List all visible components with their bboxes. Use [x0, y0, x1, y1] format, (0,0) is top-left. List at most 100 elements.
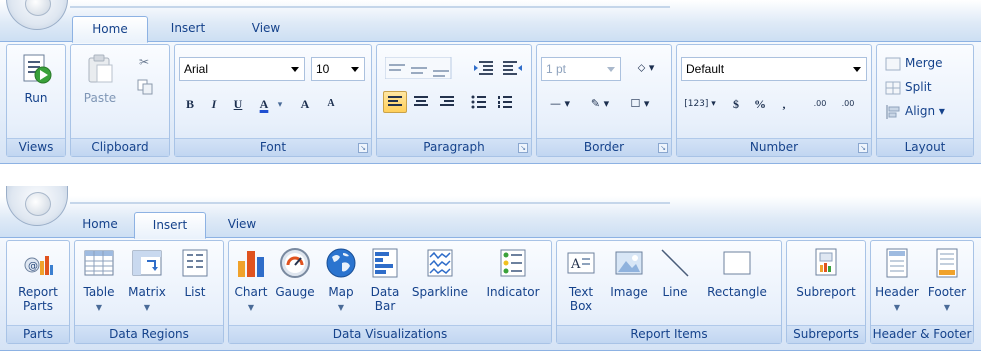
matrix-button[interactable]: Matrix ▼ — [123, 241, 171, 327]
header-icon — [886, 248, 908, 278]
table-label: Table — [83, 285, 115, 299]
paste-icon — [88, 54, 113, 83]
font-dialog-launcher[interactable]: ↘ — [358, 143, 368, 153]
border-style-button[interactable]: — ▾ — [541, 93, 579, 115]
paste-button[interactable]: Paste — [73, 47, 127, 117]
table-button[interactable]: Table ▼ — [77, 241, 121, 327]
header-button[interactable]: Header ▼ — [873, 241, 921, 327]
data-bar-line2: Bar — [374, 299, 396, 313]
tab-insert[interactable]: Insert — [160, 16, 216, 42]
gauge-icon — [280, 248, 310, 278]
image-button[interactable]: Image — [605, 241, 653, 327]
svg-text:@: @ — [28, 261, 38, 272]
report-items-group-label: Report Items — [557, 325, 781, 343]
subreport-icon — [815, 248, 837, 276]
svg-text:A: A — [570, 257, 581, 272]
paragraph-dialog-launcher[interactable]: ↘ — [518, 143, 528, 153]
borders-button[interactable]: ☐ ▾ — [621, 93, 659, 115]
number-dialog-launcher[interactable]: ↘ — [858, 143, 868, 153]
bullets-icon — [471, 95, 486, 109]
tab-insert[interactable]: Insert — [134, 212, 206, 239]
subreport-button[interactable]: Subreport — [789, 241, 863, 327]
tab-home[interactable]: Home — [72, 212, 128, 238]
align-right-icon — [440, 96, 454, 106]
align-button[interactable]: Align ▾ — [885, 101, 945, 121]
footer-label: Footer — [927, 285, 967, 299]
run-icon — [23, 54, 52, 84]
tab-view[interactable]: View — [214, 212, 270, 238]
sparkline-icon — [427, 249, 453, 277]
chevron-down-icon: ▼ — [95, 303, 103, 312]
map-button[interactable]: Map ▼ — [319, 241, 363, 327]
report-parts-button[interactable]: @ Report Parts — [7, 241, 69, 327]
group-paragraph: Paragraph ↘ — [376, 44, 532, 157]
align-label: Align — [905, 104, 936, 118]
bold-button[interactable]: B — [179, 93, 201, 115]
border-width-select[interactable]: 1 pt — [541, 57, 621, 81]
font-size-select[interactable]: 10 — [311, 57, 365, 81]
split-cells-icon — [885, 81, 901, 94]
data-bar-button[interactable]: Data Bar — [365, 241, 405, 327]
sparkline-button[interactable]: Sparkline — [407, 241, 473, 327]
placeholder-format-text: [123] — [684, 99, 709, 109]
decrease-decimal-button[interactable]: .00 — [835, 93, 861, 115]
report-parts-line1: Report — [18, 285, 58, 299]
split-button[interactable]: Split — [885, 77, 932, 97]
bullets-button[interactable] — [467, 91, 491, 113]
indicator-button[interactable]: Indicator — [479, 241, 547, 327]
shrink-font-button[interactable]: A — [319, 93, 343, 115]
chevron-down-icon — [291, 67, 299, 72]
data-bar-line1: Data — [370, 285, 400, 299]
run-button[interactable]: Run — [7, 47, 65, 117]
report-parts-line2: Parts — [23, 299, 53, 313]
underline-button[interactable]: U — [227, 93, 249, 115]
align-right-button[interactable] — [435, 91, 459, 113]
line-button[interactable]: Line — [655, 241, 695, 327]
cut-icon[interactable]: ✂ — [133, 51, 155, 73]
data-bar-label: Data Bar — [365, 285, 405, 313]
copy-icon[interactable] — [137, 79, 153, 95]
font-color-button[interactable]: A — [253, 93, 275, 115]
group-number: Default [123] ▾ $ % , .00 .00 Number ↘ — [676, 44, 872, 157]
border-dialog-launcher[interactable]: ↘ — [658, 143, 668, 153]
align-left-button[interactable] — [383, 91, 407, 113]
rectangle-label: Rectangle — [707, 285, 767, 299]
paragraph-row1-icons — [385, 57, 522, 79]
font-family-value: Arial — [184, 62, 209, 76]
number-group-label: Number — [677, 138, 871, 156]
merge-button[interactable]: Merge — [885, 53, 942, 73]
group-border: 1 pt ⬦ ▾ — ▾ ✎ ▾ ☐ ▾ Border ↘ — [536, 44, 672, 157]
italic-button[interactable]: I — [203, 93, 225, 115]
image-icon — [615, 251, 643, 275]
font-family-select[interactable]: Arial — [179, 57, 305, 81]
chevron-down-icon: ▼ — [143, 303, 151, 312]
grow-font-button[interactable]: A — [293, 93, 317, 115]
group-subreports: Subreport Subreports — [786, 240, 866, 344]
group-clipboard: Paste ✂ Clipboard — [70, 44, 170, 157]
currency-button[interactable]: $ — [725, 93, 747, 115]
group-layout: Merge Split Align ▾ Layout — [876, 44, 974, 157]
gauge-button[interactable]: Gauge — [273, 241, 317, 327]
numbering-button[interactable] — [493, 91, 517, 113]
tab-view[interactable]: View — [238, 16, 294, 42]
align-center-button[interactable] — [409, 91, 433, 113]
fill-color-button[interactable]: ⬦ ▾ — [625, 57, 667, 79]
rectangle-button[interactable]: Rectangle — [697, 241, 777, 327]
footer-icon — [936, 248, 958, 278]
text-box-button[interactable]: A Text Box — [559, 241, 603, 327]
text-box-icon: A — [567, 252, 595, 274]
line-icon — [661, 249, 689, 277]
comma-button[interactable]: , — [773, 93, 795, 115]
footer-button[interactable]: Footer ▼ — [923, 241, 971, 327]
group-header-footer: Header ▼ Footer ▼ Header & Footer — [870, 240, 974, 344]
chart-button[interactable]: Chart ▼ — [231, 241, 271, 327]
number-format-select[interactable]: Default — [681, 57, 867, 81]
insert-ribbon: Home Insert View @ Report Parts Parts Ta… — [0, 186, 981, 354]
list-button[interactable]: List — [173, 241, 217, 327]
placeholder-format-button[interactable]: [123] ▾ — [681, 93, 719, 115]
tab-home[interactable]: Home — [72, 16, 148, 43]
font-color-dropdown[interactable]: ▾ — [275, 93, 285, 115]
pen-color-button[interactable]: ✎ ▾ — [581, 93, 619, 115]
percent-button[interactable]: % — [749, 93, 771, 115]
increase-decimal-button[interactable]: .00 — [807, 93, 833, 115]
